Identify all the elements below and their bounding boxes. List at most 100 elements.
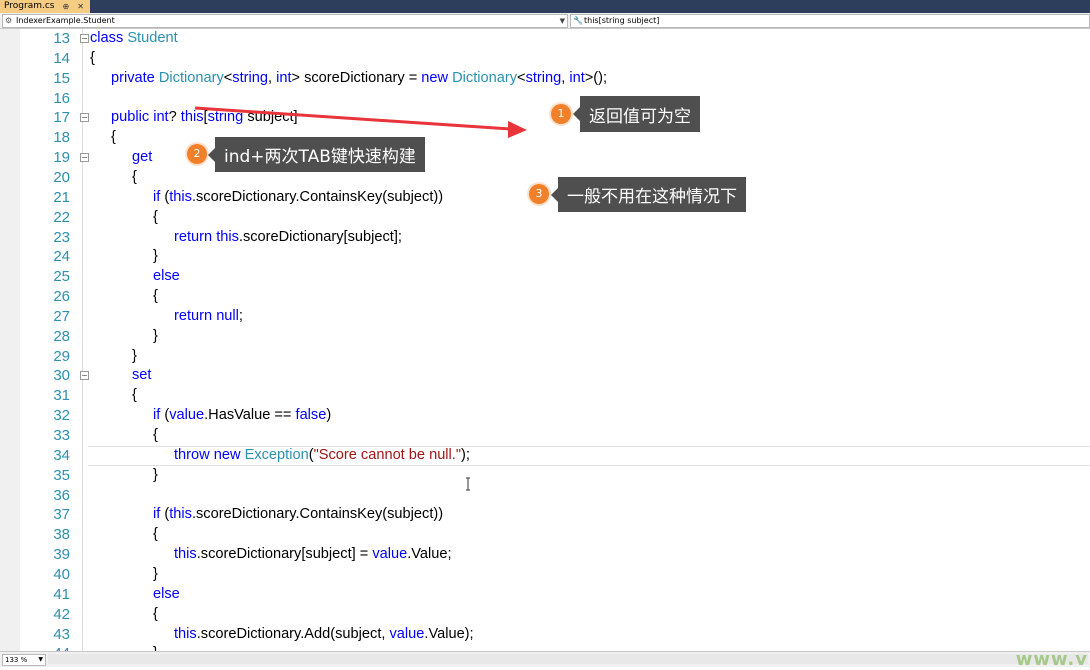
text-cursor-icon [466, 477, 470, 491]
line-number: 14 [53, 49, 70, 67]
code-token: return [174, 228, 213, 245]
code-line[interactable]: 13 − class Student [0, 29, 1090, 49]
line-number: 36 [53, 486, 70, 504]
code-line[interactable]: 25 else [0, 267, 1090, 287]
code-token: int [276, 69, 292, 86]
code-line[interactable]: 33 { [0, 426, 1090, 446]
code-token: string [232, 69, 268, 86]
collapse-icon[interactable]: − [80, 113, 89, 123]
code-text: { [153, 426, 158, 446]
code-text: { [132, 168, 137, 188]
class-dropdown[interactable]: ⚙ IndexerExample.Student ▼ [2, 14, 568, 28]
code-line[interactable]: 44} [0, 644, 1090, 651]
pin-icon[interactable]: ⊕ [62, 0, 69, 13]
zoom-dropdown[interactable]: 133 % ▼ [2, 654, 46, 666]
code-text: } [153, 644, 158, 651]
code-token: this [180, 109, 204, 126]
code-token: ( [160, 506, 170, 523]
code-line[interactable]: 34 throw new Exception("Score cannot be n… [0, 445, 1090, 466]
code-token: > scoreDictionary = [291, 69, 422, 86]
code-token: this [174, 546, 197, 563]
code-token: } [132, 347, 137, 364]
code-text: { [132, 386, 137, 406]
code-token: Dictionary [452, 69, 518, 86]
line-number: 38 [53, 526, 70, 544]
wrench-icon: 🔧 [573, 16, 583, 25]
code-token: Exception [244, 446, 309, 463]
code-line[interactable]: 17− public int? this[string subject] [0, 108, 1090, 128]
code-line[interactable]: 27 return null; [0, 307, 1090, 327]
code-text: } [153, 327, 158, 347]
collapse-icon[interactable]: − [80, 153, 89, 163]
code-token: Dictionary [158, 69, 224, 86]
code-text: } [153, 247, 158, 267]
code-line[interactable]: 32 if (value.HasValue == false) [0, 406, 1090, 426]
annotation-badge-1: 1 [551, 104, 571, 124]
code-token: class [90, 30, 124, 46]
line-number: 28 [53, 327, 70, 345]
annotation-badge-2: 2 [187, 144, 207, 164]
zoom-value: 133 % [5, 656, 28, 664]
code-line[interactable]: 29} [0, 347, 1090, 367]
code-text: { [111, 128, 116, 148]
code-line[interactable]: 41 else [0, 585, 1090, 605]
code-token: get [132, 149, 153, 166]
code-token: { [153, 208, 158, 225]
chevron-down-icon: ▼ [559, 17, 565, 25]
code-token: { [132, 387, 137, 404]
code-line[interactable]: 37 if (this.scoreDictionary.ContainsKey(s… [0, 505, 1090, 525]
code-line[interactable]: 22 { [0, 208, 1090, 228]
code-line[interactable]: 19− get [0, 148, 1090, 168]
code-line[interactable]: 20 { [0, 168, 1090, 188]
code-line[interactable]: 43 this.scoreDictionary.Add(subject, valu… [0, 625, 1090, 645]
code-line[interactable]: 31 { [0, 386, 1090, 406]
code-line[interactable]: 16 [0, 89, 1090, 109]
line-number: 41 [53, 585, 70, 603]
line-number: 20 [53, 168, 70, 186]
code-line[interactable]: 18 { [0, 128, 1090, 148]
code-editor[interactable]: 13− class Student 14{15 private Dictionary<… [0, 29, 1090, 651]
code-token: ; [238, 307, 243, 324]
line-number: 23 [53, 228, 70, 246]
line-number: 13 [53, 30, 70, 47]
annotation-callout-2: ind+两次TAB键快速构建 [208, 137, 425, 172]
code-line[interactable]: 30− set [0, 366, 1090, 386]
code-token: { [153, 288, 158, 305]
code-token: set [132, 367, 152, 384]
code-text: { [153, 208, 158, 228]
code-line[interactable]: 35} [0, 466, 1090, 486]
code-line[interactable]: 28} [0, 327, 1090, 347]
code-token: subject] [243, 109, 298, 126]
line-number: 16 [53, 89, 70, 107]
code-text: this.scoreDictionary.Add(subject, value.… [174, 625, 474, 645]
collapse-icon[interactable]: − [80, 371, 89, 381]
code-line[interactable]: 36 [0, 486, 1090, 506]
code-line[interactable]: 23 return this.scoreDictionary[subject]; [0, 228, 1090, 248]
close-icon[interactable]: ✕ [77, 0, 84, 13]
code-line[interactable]: 24} [0, 247, 1090, 267]
horizontal-scrollbar[interactable] [48, 654, 1088, 664]
line-number: 30 [53, 367, 70, 385]
code-line[interactable]: 42 { [0, 605, 1090, 625]
code-token: Student [127, 30, 178, 46]
code-token: { [153, 427, 158, 443]
member-dropdown[interactable]: 🔧this[string subject] [570, 14, 1090, 28]
code-line[interactable]: 15 private Dictionary<string, int> scoreD… [0, 69, 1090, 89]
code-token: , [267, 69, 277, 86]
code-line[interactable]: 26 { [0, 287, 1090, 307]
collapse-icon[interactable]: − [80, 34, 89, 43]
code-line[interactable]: 40} [0, 565, 1090, 585]
code-token: else [153, 585, 180, 602]
code-token: ( [160, 407, 170, 424]
tab-program-cs[interactable]: Program.cs ⊕ ✕ [0, 0, 90, 13]
line-number: 25 [53, 268, 70, 286]
code-line[interactable]: 14 { [0, 49, 1090, 69]
code-token: } [153, 248, 158, 265]
code-line[interactable]: 38 { [0, 525, 1090, 545]
code-line[interactable]: 39 this.scoreDictionary[subject] = value.… [0, 545, 1090, 565]
code-token: ( [160, 188, 170, 205]
line-number: 34 [53, 446, 70, 464]
code-token: this [169, 188, 192, 205]
code-text: throw new Exception("Score cannot be nul… [174, 446, 470, 466]
class-icon: ⚙ [5, 16, 13, 25]
